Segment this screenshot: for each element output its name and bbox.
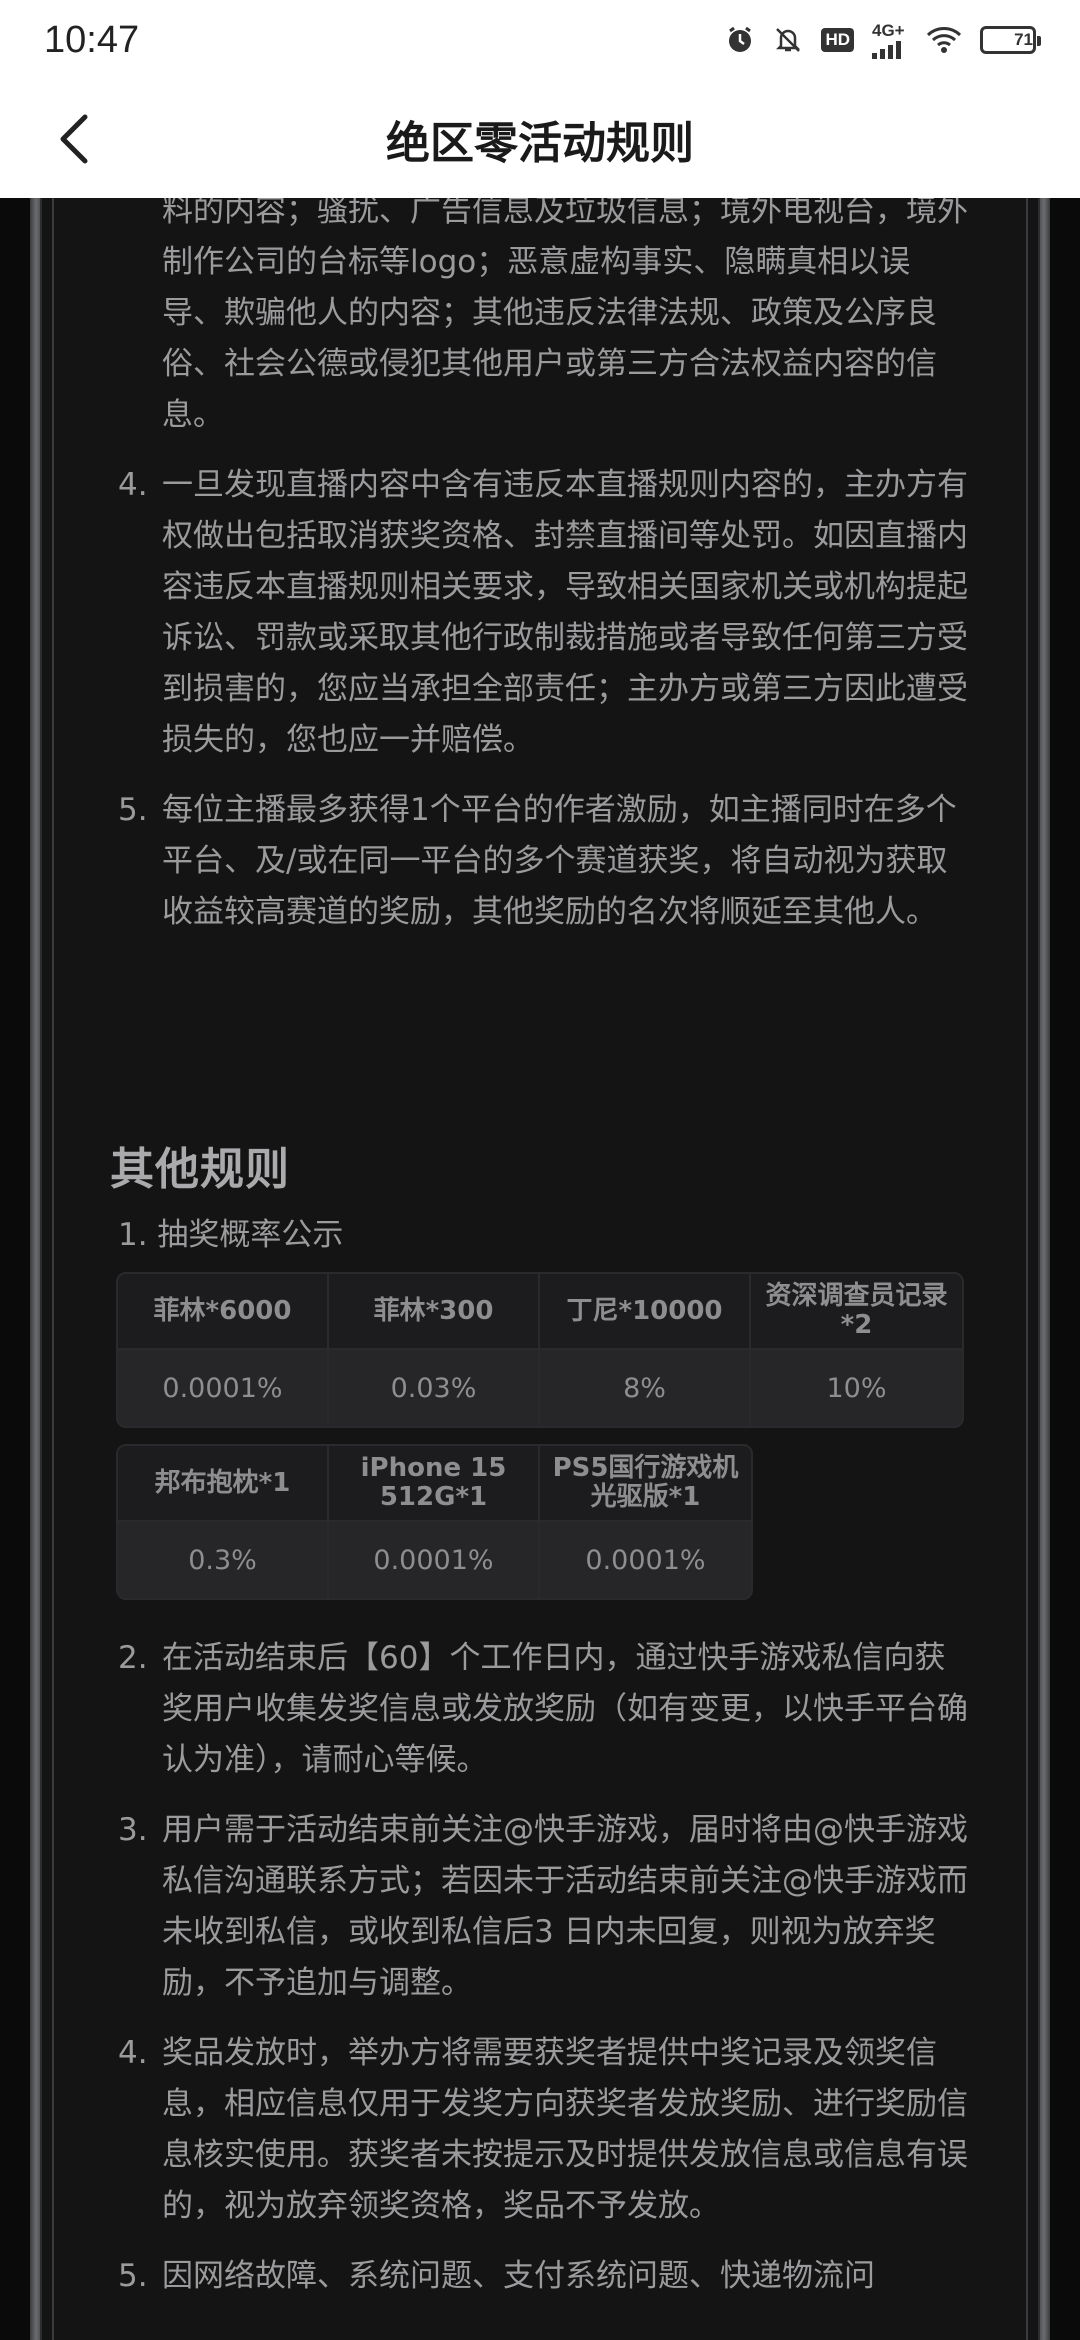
- prize-column: iPhone 15 512G*1 0.0001%: [329, 1446, 540, 1598]
- prize-probability: 0.3%: [118, 1520, 327, 1598]
- rule-text: 每位主播最多获得1个平台的作者激励，如主播同时在多个平台、及/或在同一平台的多个…: [162, 792, 957, 930]
- prize-name: 菲林*300: [329, 1274, 538, 1348]
- other-rule-item-2: 2. 在活动结束后【60】个工作日内，通过快手游戏私信向获奖用户收集发奖信息或发…: [0, 1633, 1080, 1786]
- prize-column: PS5国行游戏机光驱版*1 0.0001%: [540, 1446, 751, 1598]
- battery-percent: 71: [1014, 30, 1033, 49]
- hd-badge: HD: [821, 28, 854, 52]
- prize-name: iPhone 15 512G*1: [329, 1446, 538, 1520]
- prize-column: 资深调查员记录*2 10%: [751, 1274, 962, 1426]
- cellular-signal-icon: 4G+: [872, 22, 908, 59]
- probability-table-2: 邦布抱枕*1 0.3% iPhone 15 512G*1 0.0001% PS5…: [116, 1444, 753, 1600]
- prize-name: PS5国行游戏机光驱版*1: [540, 1446, 751, 1520]
- rule-number: 5.: [118, 2258, 148, 2294]
- rule-item-5: 5. 每位主播最多获得1个平台的作者激励，如主播同时在多个平台、及/或在同一平台…: [0, 785, 1080, 938]
- prize-probability: 0.0001%: [329, 1520, 538, 1598]
- other-rule-item-4: 4. 奖品发放时，举办方将需要获奖者提供中奖记录及领奖信息，相应信息仅用于发奖方…: [0, 2028, 1080, 2232]
- lottery-probability-heading: 1. 抽奖概率公示: [118, 1217, 344, 1253]
- wifi-icon: [926, 26, 962, 54]
- page-title: 绝区零活动规则: [386, 118, 694, 169]
- prize-probability: 10%: [751, 1348, 962, 1426]
- prize-column: 菲林*6000 0.0001%: [118, 1274, 329, 1426]
- alarm-icon: [725, 25, 755, 55]
- rule-item-continued: 料的内容；骚扰、广告信息及垃圾信息；境外电视台，境外制作公司的台标等logo；恶…: [0, 198, 1080, 441]
- rule-text: 在活动结束后【60】个工作日内，通过快手游戏私信向获奖用户收集发奖信息或发放奖励…: [162, 1640, 968, 1778]
- other-rule-item-5: 5. 因网络故障、系统问题、支付系统问题、快递物流问: [0, 2251, 1080, 2302]
- rule-text: 一旦发现直播内容中含有违反本直播规则内容的，主办方有权做出包括取消获奖资格、封禁…: [162, 467, 968, 758]
- chevron-left-icon: [60, 114, 88, 164]
- rule-number: 2.: [118, 1640, 148, 1676]
- prize-probability: 8%: [540, 1348, 749, 1426]
- rule-text: 料的内容；骚扰、广告信息及垃圾信息；境外电视台，境外制作公司的台标等logo；恶…: [162, 198, 968, 433]
- rule-list-top: 料的内容；骚扰、广告信息及垃圾信息；境外电视台，境外制作公司的台标等logo；恶…: [0, 198, 1080, 938]
- network-type-label: 4G+: [872, 20, 905, 40]
- prize-probability: 0.0001%: [118, 1348, 327, 1426]
- prize-name: 菲林*6000: [118, 1274, 327, 1348]
- prize-column: 邦布抱枕*1 0.3%: [118, 1446, 329, 1598]
- rule-text: 用户需于活动结束前关注@快手游戏，届时将由@快手游戏私信沟通联系方式；若因未于活…: [162, 1812, 968, 2001]
- mute-bell-icon: [773, 25, 803, 55]
- prize-column: 丁尼*10000 8%: [540, 1274, 751, 1426]
- nav-header: 绝区零活动规则: [0, 80, 1080, 198]
- probability-table-1: 菲林*6000 0.0001% 菲林*300 0.03% 丁尼*10000 8%…: [116, 1272, 964, 1428]
- rule-number: 5.: [118, 792, 148, 828]
- prize-probability: 0.03%: [329, 1348, 538, 1426]
- rule-text: 因网络故障、系统问题、支付系统问题、快递物流问: [162, 2258, 875, 2294]
- status-bar: 10:47 HD 4G+ 71: [0, 0, 1080, 80]
- prize-name: 资深调查员记录*2: [751, 1274, 962, 1348]
- rule-number: 4.: [118, 2035, 148, 2071]
- prize-name: 邦布抱枕*1: [118, 1446, 327, 1520]
- prize-column: 菲林*300 0.03%: [329, 1274, 540, 1426]
- rule-item-4: 4. 一旦发现直播内容中含有违反本直播规则内容的，主办方有权做出包括取消获奖资格…: [0, 460, 1080, 766]
- status-time: 10:47: [44, 18, 140, 61]
- rule-number: 3.: [118, 1812, 148, 1848]
- status-icons: HD 4G+ 71: [725, 22, 1041, 59]
- back-button[interactable]: [40, 104, 110, 174]
- battery-indicator: 71: [980, 26, 1041, 54]
- prize-name: 丁尼*10000: [540, 1274, 749, 1348]
- rule-number: 4.: [118, 467, 148, 503]
- other-rule-item-3: 3. 用户需于活动结束前关注@快手游戏，届时将由@快手游戏私信沟通联系方式；若因…: [0, 1805, 1080, 2009]
- rule-text: 奖品发放时，举办方将需要获奖者提供中奖记录及领奖信息，相应信息仅用于发奖方向获奖…: [162, 2035, 968, 2224]
- section-title-other-rules: 其他规则: [110, 1144, 290, 1195]
- prize-probability: 0.0001%: [540, 1520, 751, 1598]
- rule-list-other: 2. 在活动结束后【60】个工作日内，通过快手游戏私信向获奖用户收集发奖信息或发…: [0, 1633, 1080, 2302]
- rules-scroll-area[interactable]: 料的内容；骚扰、广告信息及垃圾信息；境外电视台，境外制作公司的台标等logo；恶…: [0, 198, 1080, 2340]
